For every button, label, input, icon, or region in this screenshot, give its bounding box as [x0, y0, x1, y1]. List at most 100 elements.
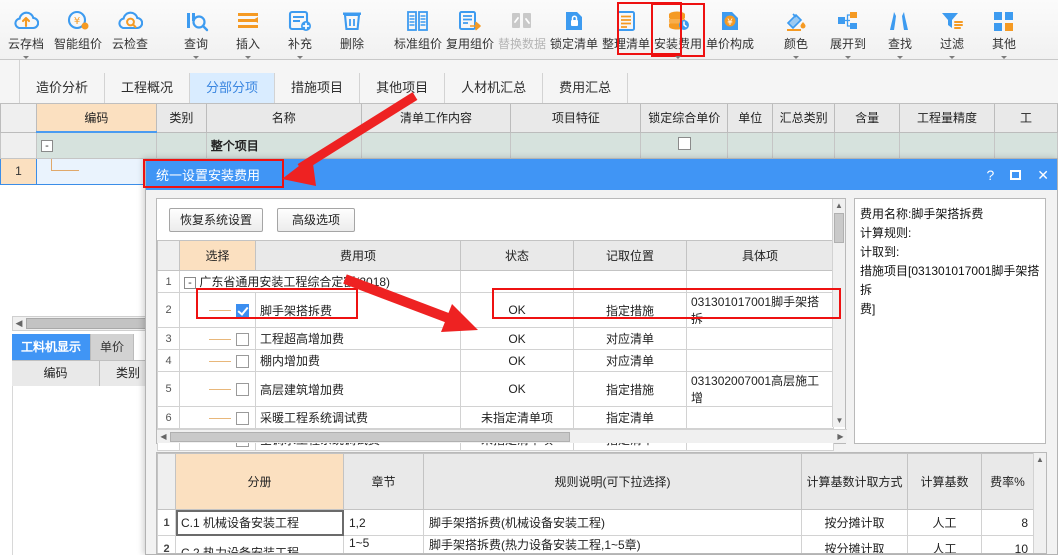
chevron-down-icon[interactable]: [23, 56, 29, 59]
maximize-icon[interactable]: [1010, 169, 1022, 180]
rule-header-volume[interactable]: 分册: [175, 453, 344, 510]
cell-basis[interactable]: 人工: [907, 535, 982, 553]
scroll-left-icon[interactable]: ◀: [13, 318, 25, 329]
cell-fee-item[interactable]: 棚内增加费: [255, 349, 461, 372]
cell-fee-item[interactable]: 脚手架搭拆费: [255, 292, 461, 328]
cell-quantity[interactable]: [993, 131, 1058, 159]
cell-position[interactable]: [573, 270, 687, 293]
cell-detail[interactable]: 031302007001高层施工增: [686, 371, 834, 407]
toolbar-button-unit-price-composition[interactable]: ¥ 单价构成: [704, 4, 756, 56]
cell-chapter[interactable]: 1~5: [343, 535, 424, 553]
rule-header-basis[interactable]: 计算基数: [907, 453, 982, 510]
toolbar-button-installation-fee[interactable]: 安装费用: [651, 3, 705, 59]
cell-fee-item[interactable]: 工程超高增加费: [255, 327, 461, 350]
toolbar-button-find[interactable]: 查找: [874, 4, 926, 59]
cell-detail[interactable]: [686, 349, 834, 372]
cell-summary-category[interactable]: [772, 131, 836, 159]
cell-chapter[interactable]: 1,2: [343, 509, 424, 536]
chevron-down-icon[interactable]: [949, 56, 955, 59]
cell-volume[interactable]: C.1 机械设备安装工程: [175, 509, 344, 536]
advanced-options-button[interactable]: 高级选项: [277, 208, 356, 232]
cell-fee-item[interactable]: - 广东省通用安装工程综合定额(2018): [179, 270, 461, 293]
table-row[interactable]: 1 - 广东省通用安装工程综合定额(2018): [157, 270, 834, 293]
cell-detail[interactable]: [686, 406, 834, 429]
grid-header-work-content[interactable]: 清单工作内容: [360, 104, 512, 133]
cell-status[interactable]: OK: [460, 292, 574, 328]
grid-header-summary-category[interactable]: 汇总类别: [772, 104, 836, 133]
tab-subdivision-items[interactable]: 分部分项: [190, 73, 276, 103]
cell-status[interactable]: [460, 270, 574, 293]
cell-content[interactable]: [834, 131, 901, 159]
cell-basis[interactable]: 人工: [907, 509, 982, 536]
subtab-labor-material-machine[interactable]: 工料机显示: [12, 334, 92, 360]
cell-select[interactable]: [179, 371, 256, 407]
chevron-down-icon[interactable]: [245, 56, 251, 59]
cell-position[interactable]: 对应清单: [573, 327, 687, 350]
subtab-unit-price[interactable]: 单价: [91, 334, 135, 360]
chevron-down-icon[interactable]: [793, 56, 799, 59]
fee-item-checkbox[interactable]: [236, 332, 249, 346]
cell-detail[interactable]: 031301017001脚手架搭拆: [686, 292, 834, 328]
toolbar-button-replace-data[interactable]: 替换数据: [496, 4, 548, 56]
toolbar-button-query[interactable]: 查询: [170, 4, 222, 59]
cell-status[interactable]: OK: [460, 371, 574, 407]
dialog-titlebar[interactable]: 统一设置安装费用 ? ✕: [146, 159, 1057, 190]
table-row[interactable]: 3 工程超高增加费 OK 对应清单: [157, 327, 834, 350]
grid-header-content[interactable]: 含量: [834, 104, 901, 133]
scroll-down-icon[interactable]: ▼: [833, 414, 846, 427]
cell-unit[interactable]: [727, 131, 774, 159]
tree-expander-icon[interactable]: -: [40, 140, 53, 153]
fee-item-checkbox[interactable]: [236, 304, 249, 318]
fee-header-detail-item[interactable]: 具体项: [686, 240, 834, 271]
fee-table-vertical-scrollbar[interactable]: ▲ ▼: [832, 199, 845, 427]
cell-select[interactable]: [179, 292, 256, 328]
cell-quantity-precision[interactable]: [899, 131, 995, 159]
cell-select[interactable]: [179, 349, 256, 372]
fee-header-position[interactable]: 记取位置: [573, 240, 687, 271]
scroll-up-icon[interactable]: ▲: [1034, 453, 1046, 466]
rule-header-basis-method[interactable]: 计算基数计取方式: [801, 453, 908, 510]
table-row[interactable]: 5 高层建筑增加费 OK 指定措施 031302007001高层施工增: [157, 371, 834, 407]
tab-measure-items[interactable]: 措施项目: [275, 73, 361, 103]
cell-status[interactable]: OK: [460, 327, 574, 350]
chevron-down-icon[interactable]: [845, 56, 851, 59]
cell-status[interactable]: 未指定清单项: [460, 406, 574, 429]
cell-name[interactable]: 整个项目: [205, 131, 362, 159]
cell-position[interactable]: 指定措施: [573, 292, 687, 328]
scroll-thumb[interactable]: [834, 213, 844, 243]
toolbar-button-supplement[interactable]: 补充: [274, 4, 326, 59]
fee-table-horizontal-scrollbar[interactable]: ◀ ▶: [157, 429, 847, 443]
fee-header-select[interactable]: 选择: [179, 240, 256, 271]
table-row[interactable]: 6 采暖工程系统调试费 未指定清单项 指定清单: [157, 406, 834, 429]
help-icon[interactable]: ?: [986, 168, 994, 182]
table-row[interactable]: - 整个项目: [0, 131, 1058, 159]
lock-checkbox[interactable]: [677, 137, 691, 150]
grid-header-quantity[interactable]: 工: [993, 104, 1058, 133]
close-icon[interactable]: ✕: [1037, 168, 1049, 182]
grid-header-lock-unit-price[interactable]: 锁定综合单价: [640, 104, 729, 133]
scroll-left-icon[interactable]: ◀: [157, 432, 170, 441]
scroll-right-icon[interactable]: ▶: [834, 432, 847, 441]
fee-item-checkbox[interactable]: [236, 383, 249, 397]
toolbar-button-tools[interactable]: 工具: [1044, 4, 1058, 56]
tree-expander-icon[interactable]: -: [184, 276, 196, 289]
toolbar-button-color[interactable]: 颜色: [770, 4, 822, 59]
grid-header-code[interactable]: 编码: [35, 104, 157, 133]
rule-table-vertical-scrollbar[interactable]: ▲: [1033, 453, 1046, 553]
table-row[interactable]: 4 棚内增加费 OK 对应清单: [157, 349, 834, 372]
table-row[interactable]: 1 C.1 机械设备安装工程 1,2 脚手架搭拆费(机械设备安装工程) 按分摊计…: [157, 509, 1034, 536]
grid-header-quantity-precision[interactable]: 工程量精度: [899, 104, 995, 133]
toolbar-button-other[interactable]: 其他: [978, 4, 1030, 59]
grid-horizontal-scrollbar[interactable]: ◀: [12, 316, 157, 331]
cell-rule[interactable]: 脚手架搭拆费(热力设备安装工程,1~5章): [423, 535, 802, 553]
toolbar-button-smart-pricing[interactable]: ¥ 智能组价: [52, 4, 104, 56]
tab-other-items[interactable]: 其他项目: [360, 73, 446, 103]
toolbar-button-filter[interactable]: 过滤: [926, 4, 978, 59]
cell-work-content[interactable]: [360, 131, 512, 159]
tab-project-overview[interactable]: 工程概况: [105, 73, 191, 103]
toolbar-button-insert[interactable]: 插入: [222, 4, 274, 59]
cell-status[interactable]: OK: [460, 349, 574, 372]
grid-header-name[interactable]: 名称: [205, 104, 362, 133]
toolbar-button-lock-list[interactable]: 锁定清单: [548, 4, 600, 56]
cell-code[interactable]: [35, 157, 157, 185]
